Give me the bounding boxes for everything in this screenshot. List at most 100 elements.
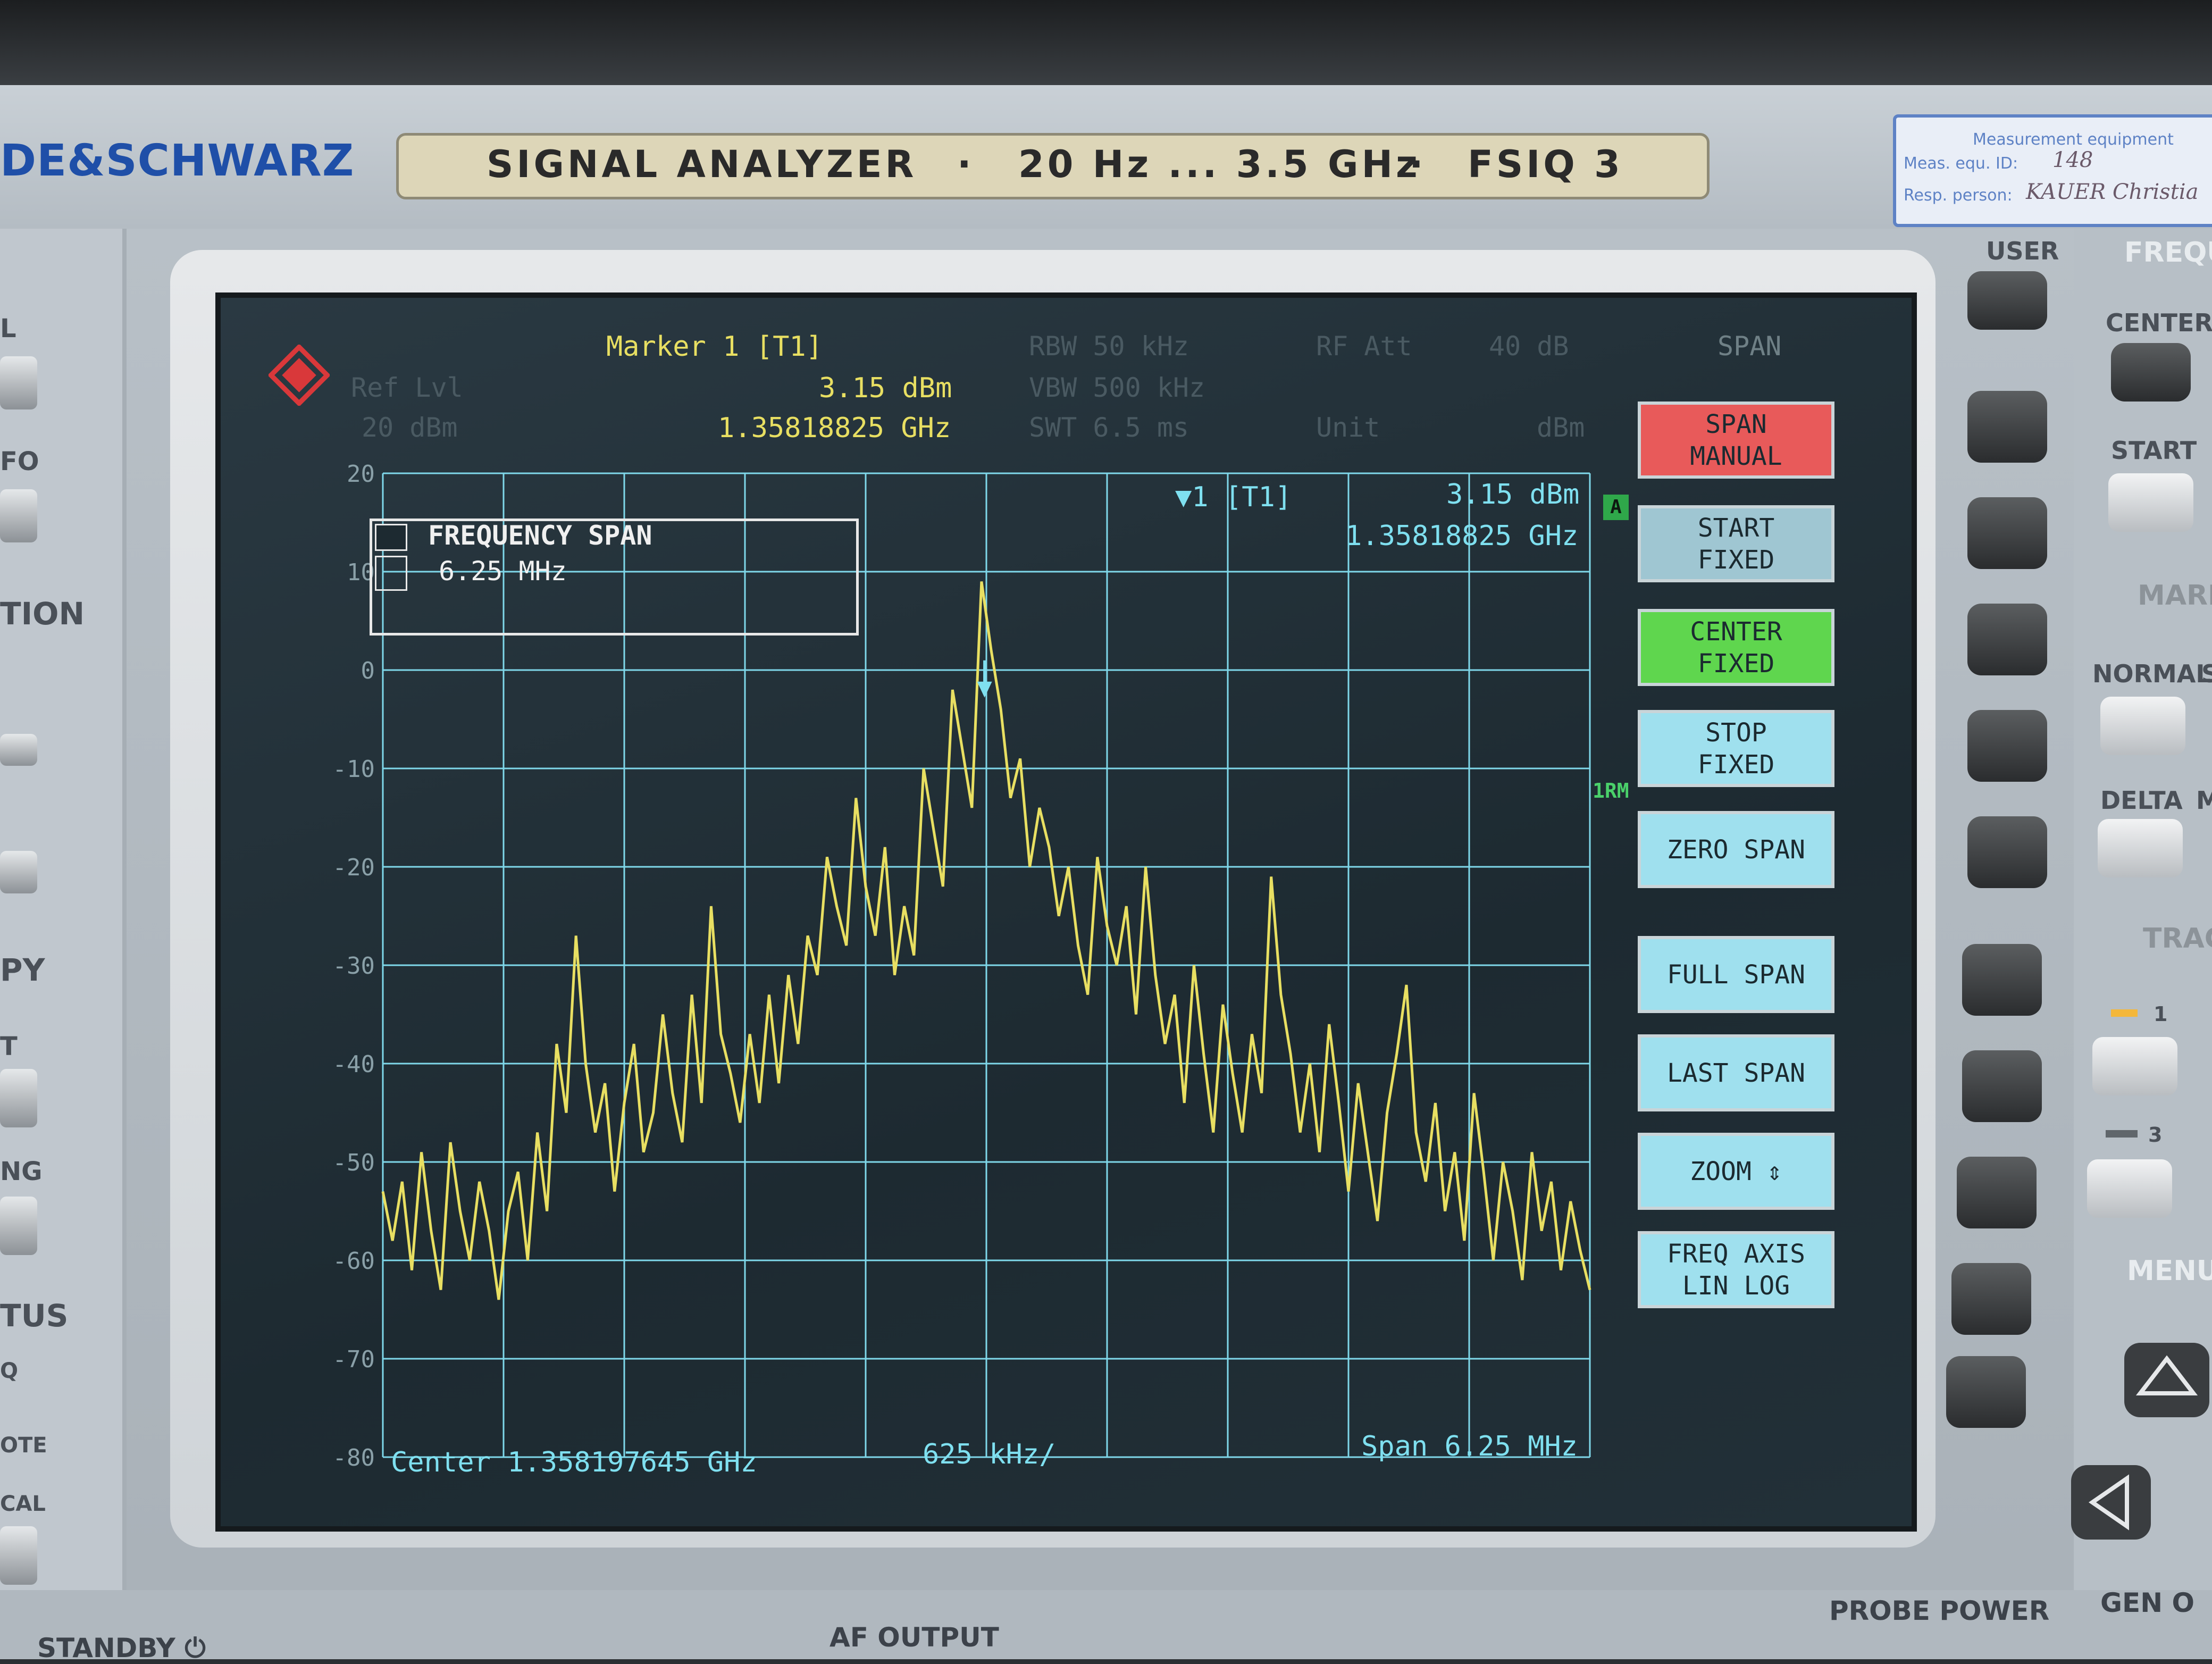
marker-frequency: 1.35818825 GHz bbox=[718, 412, 951, 444]
checkbox-icon bbox=[375, 524, 407, 551]
center-key-label: CENTER bbox=[2106, 308, 2212, 337]
marker-section-label: MARK bbox=[2138, 580, 2212, 612]
swt-readout: SWT 6.5 ms bbox=[1029, 412, 1189, 443]
trace-1-label: 1 bbox=[2154, 1002, 2168, 1026]
left-label: L bbox=[0, 314, 16, 344]
model-plate-sep: · bbox=[957, 143, 975, 186]
hardware-softkey-8[interactable] bbox=[1957, 1157, 2037, 1228]
marker-readout-label: ▼1 [T1] bbox=[1175, 481, 1292, 513]
frequency-per-division: 625 kHz/ bbox=[923, 1439, 1056, 1470]
stepper-icon[interactable] bbox=[375, 556, 407, 591]
unit-label: Unit bbox=[1316, 412, 1380, 443]
trace-1-led bbox=[2111, 1009, 2138, 1017]
softkey-last-span[interactable]: LAST SPAN bbox=[1638, 1034, 1834, 1111]
left-panel bbox=[0, 229, 127, 1611]
rf-att-value: 40 dB bbox=[1489, 331, 1569, 362]
hardware-softkey-9[interactable] bbox=[1951, 1263, 2031, 1335]
softkey-full-span[interactable]: FULL SPAN bbox=[1638, 936, 1834, 1013]
left-label: PY bbox=[0, 952, 45, 988]
y-tick-label: 0 bbox=[361, 657, 375, 684]
hardware-softkey-5[interactable] bbox=[1967, 816, 2047, 888]
y-tick-label: -80 bbox=[333, 1444, 375, 1471]
user-button[interactable] bbox=[1967, 271, 2047, 330]
left-label: CAL bbox=[0, 1492, 46, 1516]
trace-3-led bbox=[2106, 1130, 2138, 1138]
left-panel-button[interactable] bbox=[0, 1526, 37, 1585]
left-label: TUS bbox=[0, 1298, 69, 1334]
hardware-softkey-10[interactable] bbox=[1946, 1356, 2026, 1428]
hardware-softkey-4[interactable] bbox=[1967, 710, 2047, 782]
left-panel-button[interactable] bbox=[0, 1069, 37, 1127]
rf-att-label: RF Att bbox=[1316, 331, 1412, 362]
user-label: USER bbox=[1986, 237, 2059, 265]
af-output-label: AF OUTPUT bbox=[830, 1622, 999, 1653]
left-panel-button[interactable] bbox=[0, 356, 37, 409]
trace-1-key[interactable] bbox=[2092, 1037, 2177, 1096]
hardware-softkey-1[interactable] bbox=[1967, 391, 2047, 463]
frequency-span-value[interactable]: 6.25 MHz bbox=[439, 556, 567, 587]
softkey-freq-axis[interactable]: FREQ AXIS LIN LOG bbox=[1638, 1231, 1834, 1308]
menu-up-arrow-icon[interactable] bbox=[2122, 1340, 2212, 1420]
softkey-span-manual[interactable]: SPAN MANUAL bbox=[1638, 402, 1834, 479]
left-panel-button[interactable] bbox=[0, 489, 37, 542]
y-tick-label: -10 bbox=[333, 756, 375, 783]
span-label: Span 6.25 MHz bbox=[1361, 1431, 1578, 1462]
delta-marker-key[interactable] bbox=[2098, 819, 2183, 877]
delta-key-label-2: M bbox=[2196, 786, 2212, 815]
left-label: TION bbox=[0, 596, 85, 632]
y-tick-label: -30 bbox=[333, 952, 375, 980]
hardware-softkey-7[interactable] bbox=[1962, 1050, 2042, 1122]
y-tick-label: -60 bbox=[333, 1248, 375, 1275]
start-key-label: START bbox=[2111, 436, 2197, 465]
normal-marker-key[interactable] bbox=[2100, 697, 2185, 755]
sticker-person-value: KAUER Christia bbox=[2026, 180, 2199, 204]
trace-a-badge: A bbox=[1603, 495, 1629, 520]
model-plate-sep: · bbox=[1409, 143, 1427, 186]
softkey-zoom[interactable]: ZOOM ⇕ bbox=[1638, 1133, 1834, 1210]
left-panel-button[interactable] bbox=[0, 1197, 37, 1255]
left-label: T bbox=[0, 1032, 18, 1061]
probe-power-label: PROBE POWER bbox=[1829, 1595, 2050, 1626]
y-tick-label: -20 bbox=[333, 854, 375, 881]
model-plate-name: SIGNAL ANALYZER bbox=[487, 143, 917, 186]
left-label: NG bbox=[0, 1157, 43, 1186]
left-panel-button[interactable] bbox=[0, 851, 37, 893]
softkey-zero-span[interactable]: ZERO SPAN bbox=[1638, 811, 1834, 888]
left-label: OTE bbox=[0, 1433, 47, 1458]
menu-left-arrow-icon[interactable] bbox=[2068, 1462, 2154, 1542]
sticker-id-value: 148 bbox=[2052, 148, 2093, 172]
sticker-title: Measurement equipment bbox=[1973, 130, 2174, 149]
softkey-menu-title: SPAN bbox=[1717, 331, 1782, 362]
frequency-span-title: FREQUENCY SPAN bbox=[428, 520, 652, 551]
softkey-start-fixed[interactable]: START FIXED bbox=[1638, 505, 1834, 582]
model-plate-range: 20 Hz ... 3.5 GHz bbox=[1018, 143, 1421, 186]
hardware-softkey-2[interactable] bbox=[1967, 497, 2047, 569]
trace-3-key[interactable] bbox=[2087, 1159, 2172, 1218]
hardware-softkey-6[interactable] bbox=[1962, 944, 2042, 1016]
standby-label: STANDBY ⏻ bbox=[37, 1633, 206, 1663]
brand-logo: DE&SCHWARZ bbox=[0, 136, 355, 186]
left-panel-button[interactable] bbox=[0, 734, 37, 766]
sticker-person-label: Resp. person: bbox=[1904, 186, 2013, 205]
normal-key-label-2: S bbox=[2201, 659, 2212, 688]
start-key[interactable] bbox=[2108, 473, 2193, 532]
hardware-softkey-3[interactable] bbox=[1967, 604, 2047, 675]
chassis-top bbox=[0, 0, 2212, 85]
y-tick-label: 20 bbox=[347, 463, 375, 488]
trace-section-label: TRAC bbox=[2143, 923, 2212, 955]
ref-level-value: 20 dBm bbox=[362, 412, 458, 443]
marker-level: 3.15 dBm bbox=[819, 372, 952, 404]
freq-section-label: FREQU bbox=[2124, 237, 2212, 269]
softkey-stop-fixed[interactable]: STOP FIXED bbox=[1638, 710, 1834, 787]
rs-logo-icon bbox=[269, 345, 330, 406]
y-tick-label: -40 bbox=[333, 1051, 375, 1078]
ref-level-label: Ref Lvl bbox=[351, 372, 463, 403]
center-frequency-label: Center 1.358197645 GHz bbox=[391, 1446, 757, 1478]
center-key[interactable] bbox=[2111, 343, 2191, 402]
softkey-center-fixed[interactable]: CENTER FIXED bbox=[1638, 609, 1834, 686]
delta-key-label: DELTA bbox=[2100, 786, 2183, 815]
normal-key-label: NORMAL bbox=[2092, 659, 2211, 688]
menu-section-label: MENU bbox=[2127, 1255, 2212, 1287]
y-tick-label: -50 bbox=[333, 1149, 375, 1176]
gen-output-label: GEN O bbox=[2100, 1587, 2194, 1618]
